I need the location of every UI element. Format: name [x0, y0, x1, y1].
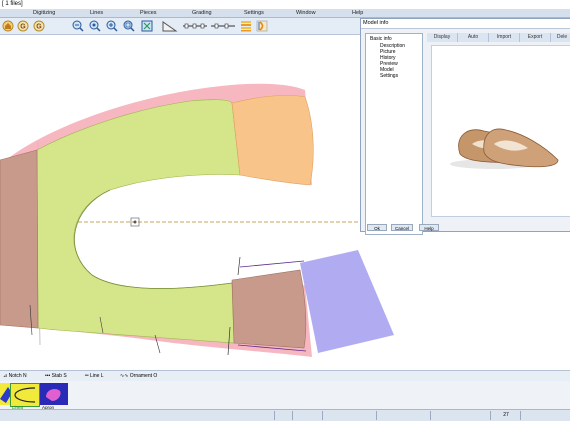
legend-line-label: Line [89, 373, 100, 379]
legend-stab-label: Stab [51, 373, 62, 379]
tree-node-settings[interactable]: Settings [380, 73, 398, 79]
notch-icon: ⊿ [3, 373, 8, 379]
dialog-tabs: Display Auto Import Export Dele [427, 33, 570, 42]
tab-display[interactable]: Display [427, 33, 458, 42]
notch-tool-icon[interactable] [256, 20, 268, 32]
tab-auto[interactable]: Auto [458, 33, 489, 42]
menu-window[interactable]: Window [296, 10, 316, 16]
measure-line-2-icon[interactable] [210, 20, 236, 32]
legend-ornament-key: O [153, 373, 158, 379]
menu-lines[interactable]: Lines [90, 10, 103, 16]
dialog-title-bar: Model info [361, 19, 570, 29]
dialog-title: Model info [363, 20, 389, 26]
legend-ornament-label: Ornament [129, 373, 153, 379]
toe-piece[interactable] [0, 149, 39, 329]
zoom-extents-icon[interactable] [141, 20, 153, 32]
legend-line-key: L [100, 373, 104, 379]
menu-grading[interactable]: Grading [192, 10, 212, 16]
measure-line-icon[interactable] [182, 20, 208, 32]
svg-text:G: G [36, 24, 42, 31]
zoom-fit-icon[interactable] [89, 20, 101, 32]
zoom-out-icon[interactable] [72, 20, 84, 32]
legend-notch[interactable]: ⊿ Notch N [3, 373, 27, 379]
legend-stab-key: S [63, 373, 67, 379]
line-icon: ═ [85, 373, 89, 379]
status-cell-1 [274, 411, 293, 420]
cancel-button[interactable]: Cancel [391, 224, 413, 231]
menu-pieces[interactable]: Pieces [140, 10, 157, 16]
status-cell-5 [430, 411, 491, 420]
piece-thumb-linea[interactable] [10, 383, 40, 407]
grading-table-icon[interactable] [240, 20, 252, 32]
lining-piece[interactable] [300, 250, 394, 353]
tab-export[interactable]: Export [520, 33, 551, 42]
tree-node-basic-info[interactable]: Basic info [370, 36, 392, 42]
tab-delete[interactable]: Dele [551, 33, 570, 42]
shoe-image [450, 128, 559, 169]
zoom-window-icon[interactable] [123, 20, 135, 32]
ruler-icon[interactable] [162, 20, 178, 32]
g-icon[interactable]: G [17, 20, 29, 32]
legend-ornament[interactable]: ∿∿ Ornament O [120, 373, 157, 379]
legend-notch-key: N [23, 373, 27, 379]
status-cell-main [0, 411, 230, 420]
ornament-icon: ∿∿ [120, 373, 129, 379]
ok-button[interactable]: Ok [367, 224, 387, 231]
status-cell-3 [322, 411, 377, 420]
help-button[interactable]: Help [419, 224, 439, 231]
stab-icon: ••• [45, 373, 51, 379]
centre-point [133, 220, 137, 224]
menu-settings[interactable]: Settings [244, 10, 264, 16]
model-picture [431, 45, 570, 217]
legend-notch-label: Notch [8, 373, 22, 379]
heel-piece[interactable] [231, 95, 314, 186]
g-icon-2[interactable]: G [33, 20, 45, 32]
status-value: 27 [490, 411, 521, 420]
window-title: [ 1 files] [2, 1, 23, 7]
throat-line [74, 189, 233, 289]
stitch-line-top [239, 260, 305, 268]
piece-thumbnails: Linea Apron [0, 381, 570, 410]
notch-mark [237, 256, 241, 276]
title-bar: [ 1 files] [0, 0, 570, 9]
piece-thumb-apron[interactable] [40, 383, 68, 405]
menu-bar: Digitizing Lines Pieces Grading Settings… [0, 9, 570, 18]
zoom-in-icon[interactable] [106, 20, 118, 32]
status-cell-4 [376, 411, 431, 420]
info-tree: Basic info Description Picture History P… [365, 33, 423, 235]
model-info-dialog: Model info Basic info Description Pictur… [360, 18, 570, 235]
home-icon[interactable] [2, 20, 14, 32]
legend-line[interactable]: ═ Line L [85, 373, 104, 379]
svg-text:G: G [20, 24, 26, 31]
legend-stab[interactable]: ••• Stab S [45, 373, 67, 379]
status-cell-6 [520, 411, 570, 420]
vamp-piece[interactable] [36, 99, 241, 344]
quarter-piece[interactable] [231, 269, 307, 349]
status-cell-2 [292, 411, 323, 420]
status-bar: 27 [0, 409, 570, 421]
menu-help[interactable]: Help [352, 10, 363, 16]
menu-digitizing[interactable]: Digitizing [33, 10, 55, 16]
tab-import[interactable]: Import [489, 33, 520, 42]
